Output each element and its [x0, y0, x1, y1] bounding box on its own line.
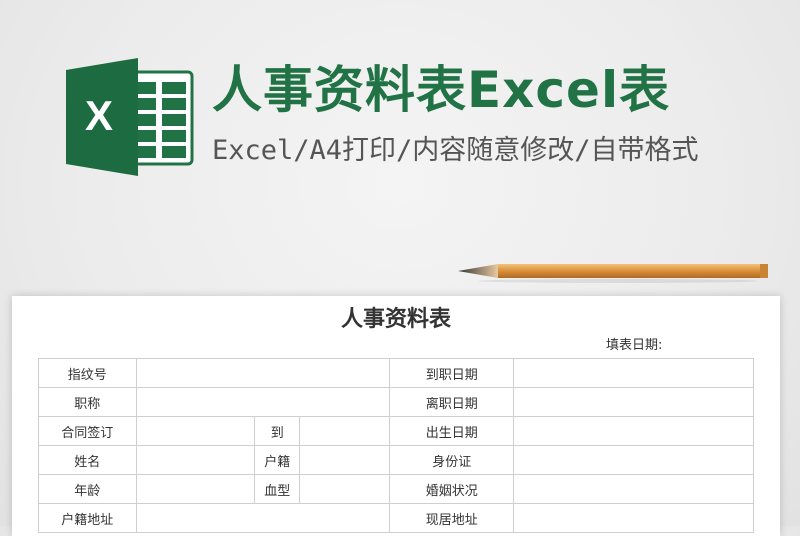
- contract-start-cell[interactable]: [135, 416, 256, 446]
- label-name: 姓名: [38, 445, 137, 475]
- name-cell[interactable]: [135, 445, 256, 475]
- form-sheet: 人事资料表 填表日期: 指纹号 到职日期 职称 离职日期 合同签订 到 出生日期…: [12, 296, 780, 536]
- label-marital-status: 婚姻状况: [389, 474, 515, 504]
- fingerprint-no-cell[interactable]: [135, 358, 391, 388]
- label-job-title: 职称: [38, 387, 137, 417]
- label-age: 年龄: [38, 474, 137, 504]
- current-address-cell[interactable]: [513, 503, 754, 533]
- pencil-icon: [458, 264, 768, 283]
- blood-type-cell[interactable]: [299, 474, 391, 504]
- table-row: 年龄 血型 婚姻状况: [38, 474, 754, 504]
- age-cell[interactable]: [135, 474, 256, 504]
- household-reg-cell[interactable]: [299, 445, 391, 475]
- label-household-address: 户籍地址: [38, 503, 137, 533]
- banner-subtitle: Excel/A4打印/内容随意修改/自带格式: [212, 135, 699, 166]
- fill-date-label: 填表日期:: [606, 338, 663, 353]
- table-row: 指纹号 到职日期: [38, 358, 754, 388]
- logo-letter: X: [85, 92, 113, 139]
- leave-date-cell[interactable]: [513, 387, 754, 417]
- label-current-address: 现居地址: [389, 503, 515, 533]
- banner-title: 人事资料表Excel表: [212, 61, 671, 119]
- hire-date-cell[interactable]: [513, 358, 754, 388]
- label-contract-sign: 合同签订: [38, 416, 137, 446]
- label-to: 到: [254, 416, 301, 446]
- label-birth-date: 出生日期: [389, 416, 515, 446]
- job-title-cell[interactable]: [135, 387, 391, 417]
- label-blood-type: 血型: [254, 474, 301, 504]
- table-row: 姓名 户籍 身份证: [38, 445, 754, 475]
- contract-end-cell[interactable]: [299, 416, 391, 446]
- marital-status-cell[interactable]: [513, 474, 754, 504]
- household-address-cell[interactable]: [135, 503, 391, 533]
- table-row: 户籍地址 现居地址: [38, 503, 754, 533]
- id-card-cell[interactable]: [513, 445, 754, 475]
- table-row: 职称 离职日期: [38, 387, 754, 417]
- label-leave-date: 离职日期: [389, 387, 515, 417]
- label-fingerprint-no: 指纹号: [38, 358, 137, 388]
- label-household-reg: 户籍: [254, 445, 301, 475]
- table-row: 合同签订 到 出生日期: [38, 416, 754, 446]
- birth-date-cell[interactable]: [513, 416, 754, 446]
- excel-logo-icon: X: [66, 58, 194, 176]
- label-hire-date: 到职日期: [389, 358, 515, 388]
- form-title: 人事资料表: [340, 307, 451, 332]
- personnel-form-table: 指纹号 到职日期 职称 离职日期 合同签订 到 出生日期 姓名 户籍 身份证 年…: [38, 358, 754, 533]
- label-id-card: 身份证: [389, 445, 515, 475]
